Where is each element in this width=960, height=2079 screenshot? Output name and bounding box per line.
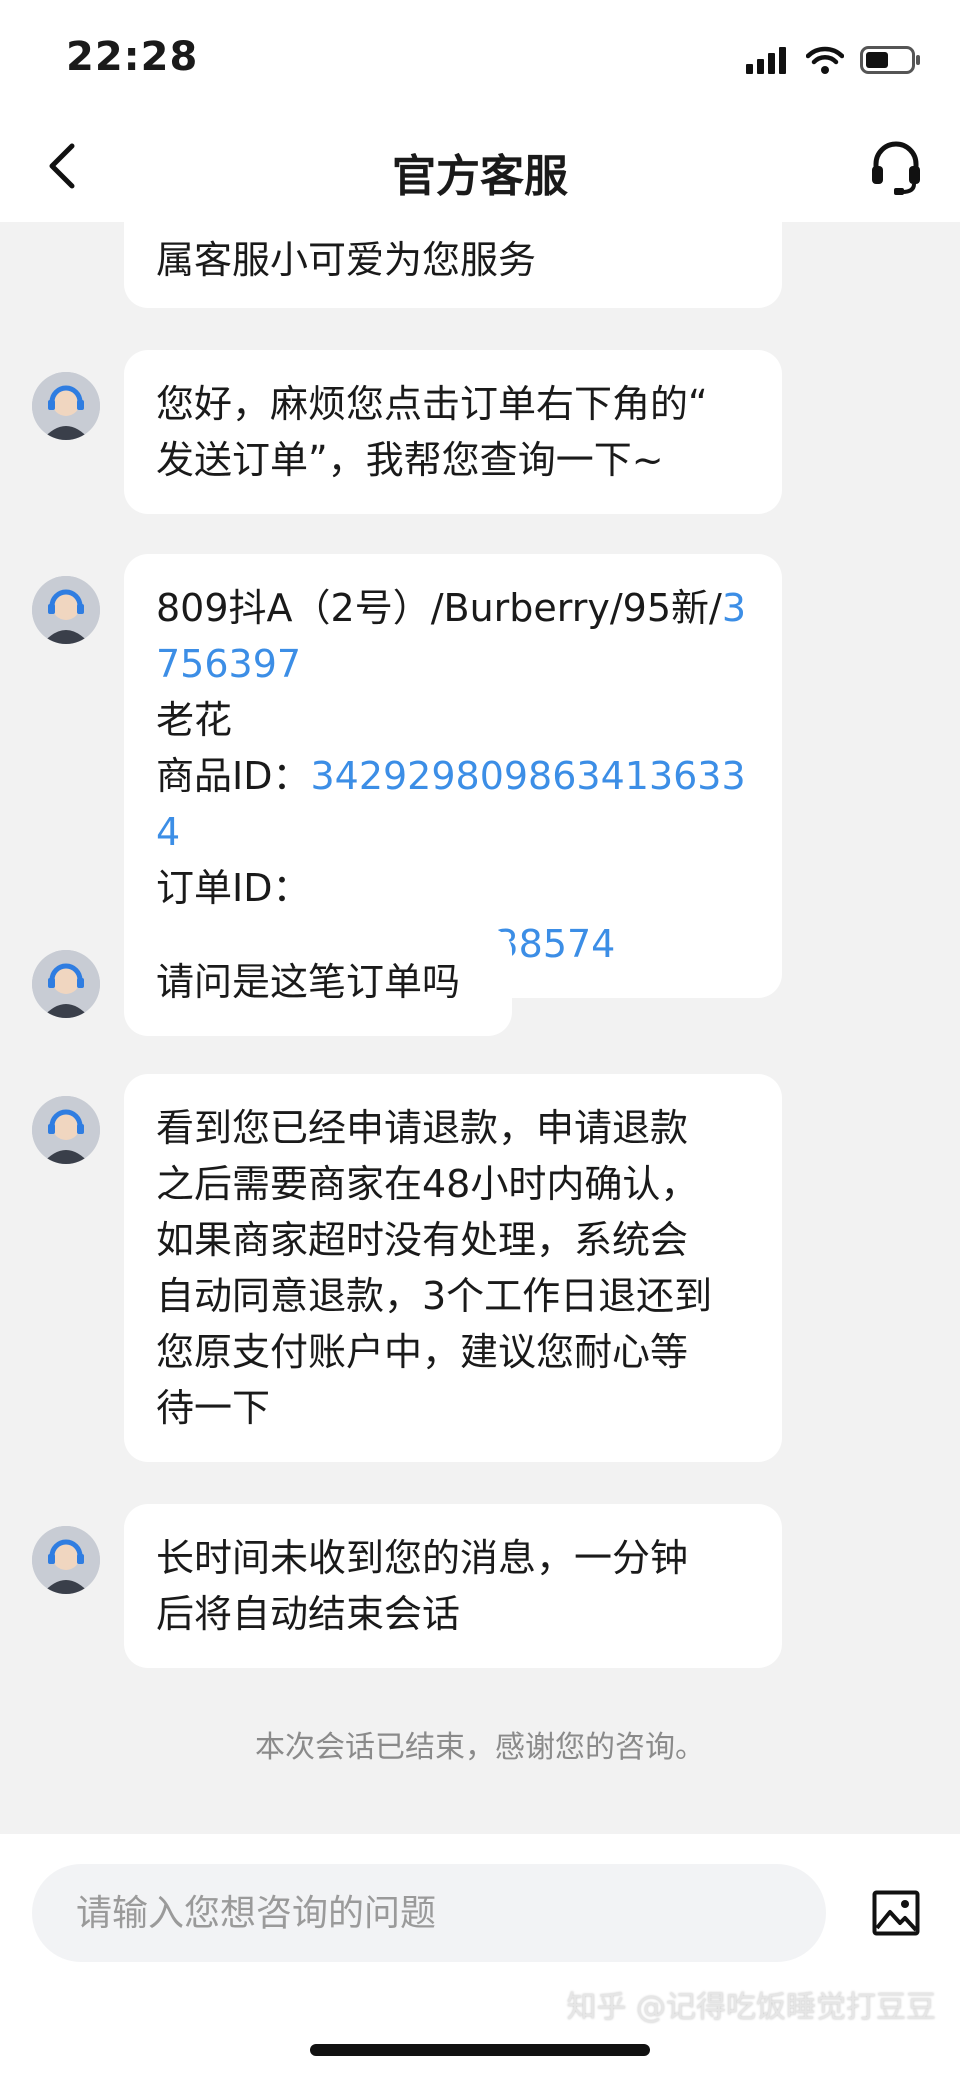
headset-icon[interactable] [868,136,924,196]
agent-avatar-icon [32,372,100,440]
product-id-label: 商品ID： [156,754,311,798]
status-bar: 22:28 [0,0,960,110]
agent-avatar-icon [32,1526,100,1594]
wifi-icon [806,46,844,74]
order-title-text: 809抖A（2号）/Burberry/95新/ [156,586,722,630]
message-text: 待一下 [156,1386,271,1430]
message-bubble: 您好，麻烦您点击订单右下角的“ 发送订单”，我帮您查询一下~ [124,350,782,514]
battery-icon [860,46,920,74]
order-title: 809抖A（2号）/Burberry/95新/3 [156,580,750,636]
order-subtitle: 老花 [156,698,233,742]
message-text: 之后需要商家在48小时内确认， [156,1162,699,1206]
order-link[interactable]: 3 [722,586,746,630]
message-bubble: 长时间未收到您的消息，一分钟 后将自动结束会话 [124,1504,782,1668]
agent-avatar-icon [32,1096,100,1164]
input-bar: 知乎 @记得吃饭睡觉打豆豆 [0,1834,960,2079]
message-text: 如果商家超时没有处理，系统会 [156,1218,689,1262]
message-bubble: 看到您已经申请退款，申请退款 之后需要商家在48小时内确认， 如果商家超时没有处… [124,1074,782,1462]
message-text: 请问是这笔订单吗 [156,960,461,1004]
page-title: 官方客服 [392,151,568,202]
signal-icon [746,47,786,74]
message-input[interactable] [32,1864,826,1962]
agent-avatar-icon [32,950,100,1018]
order-id-label: 订单ID： [156,866,311,910]
message-text: 您好，麻烦您点击订单右下角的“ [156,382,708,426]
status-icons [746,40,922,80]
message-text: 您原支付账户中，建议您耐心等 [156,1330,689,1374]
message-text: 长时间未收到您的消息，一分钟 [156,1536,689,1580]
status-time: 22:28 [66,34,199,80]
message-text: 发送订单”，我帮您查询一下~ [156,438,664,482]
message-text: 后将自动结束会话 [156,1592,461,1636]
message-text: 属客服小可爱为您服务 [156,238,537,282]
product-id-row: 商品ID：342929809863413633​4 [156,748,750,860]
message-text: 看到您已经申请退款，申请退款 [156,1106,689,1150]
chat-area: 属客服小可爱为您服务 您好，麻烦您点击订单右下角的“ 发送订单”，我帮您查询一下… [0,222,960,1834]
message-text: 自动同意退款，3个工作日退还到 [156,1274,713,1318]
message-bubble: 请问是这笔订单吗 [124,928,512,1036]
watermark: 知乎 @记得吃饭睡觉打豆豆 [566,1990,936,2025]
agent-avatar-icon [32,576,100,644]
order-link[interactable]: 756397 [156,636,750,692]
session-ended-notice: 本次会话已结束，感谢您的咨询。 [255,1730,705,1765]
message-bubble: 属客服小可爱为您服务 [124,222,782,308]
home-indicator [310,2044,650,2056]
nav-bar: 官方客服 [0,110,960,222]
image-icon[interactable] [872,1890,920,1936]
